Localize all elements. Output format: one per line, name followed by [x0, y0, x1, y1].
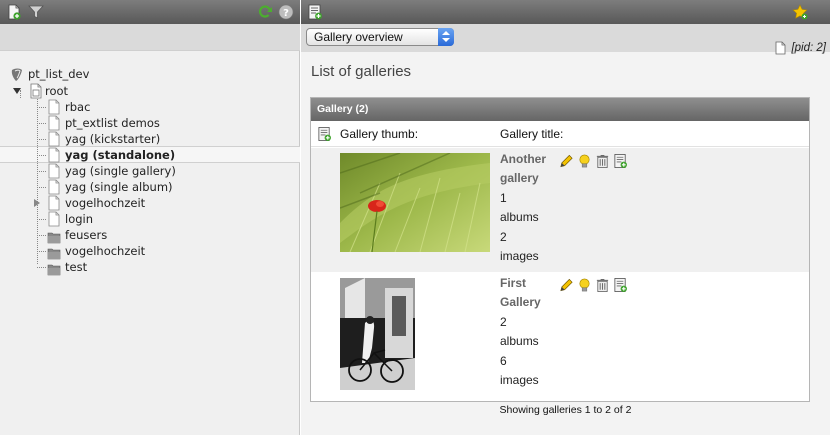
trash-icon[interactable]: [595, 153, 610, 169]
tree-item-test[interactable]: test: [47, 259, 297, 276]
pid-label: [pid: 2]: [791, 42, 826, 54]
page-id-indicator: [pid: 2]: [776, 40, 826, 56]
tree-item-label: yag (single gallery): [65, 164, 176, 178]
tree-item-label: yag (single album): [65, 180, 173, 194]
collapse-arrow-icon[interactable]: [33, 199, 40, 207]
tree-item-label: vogelhochzeit: [65, 196, 146, 210]
tree-item-vogelhochzeit-page[interactable]: vogelhochzeit: [33, 195, 293, 211]
page-icon: [48, 163, 60, 179]
add-gallery-icon[interactable]: [317, 126, 332, 142]
gallery-info: First Gallery 2 albums 6 images: [500, 274, 541, 390]
albums-label: albums: [500, 334, 539, 349]
svg-text:?: ?: [283, 8, 289, 19]
view-select-value: Gallery overview: [314, 30, 403, 44]
content-pane: Gallery overview [pid: 2] List of galler…: [301, 0, 830, 435]
tree-item-label: yag (kickstarter): [65, 132, 161, 146]
albums-count: 1: [500, 190, 507, 205]
gallery-column-headers: Gallery thumb: Gallery title:: [311, 121, 809, 147]
gallery-thumbnail-image[interactable]: [340, 153, 490, 252]
typo3-logo-icon: [11, 68, 22, 81]
lightbulb-icon[interactable]: [577, 277, 592, 293]
gallery-name[interactable]: gallery: [500, 169, 546, 188]
gallery-thumbnail-image[interactable]: [340, 278, 415, 390]
tree-filter-strip: [0, 24, 300, 51]
images-label: images: [500, 249, 539, 264]
gallery-name[interactable]: Another: [500, 150, 546, 169]
tree-item-label: rbac: [65, 100, 91, 114]
tree-item-root-label: root: [45, 84, 69, 98]
tree-item-label: test: [65, 260, 88, 274]
trash-icon[interactable]: [595, 277, 610, 293]
gallery-table-header: Gallery (2): [311, 98, 809, 121]
page-icon: [48, 211, 60, 227]
select-arrows-icon[interactable]: [438, 28, 454, 46]
gallery-name[interactable]: First: [500, 274, 541, 293]
images-label: images: [500, 373, 539, 388]
page-icon: [48, 179, 60, 195]
gallery-info: Another gallery 1 albums 2 images: [500, 150, 546, 266]
edit-pencil-icon[interactable]: [559, 277, 574, 293]
tree-item-feusers[interactable]: feusers: [47, 227, 297, 244]
gallery-row: Another gallery 1 albums 2 images: [311, 148, 809, 272]
edit-pencil-icon[interactable]: [559, 153, 574, 169]
tree-item-yag-kickstarter[interactable]: yag (kickstarter): [47, 131, 297, 147]
filter-icon[interactable]: [28, 4, 44, 20]
col-gallery-thumb: Gallery thumb:: [340, 127, 419, 141]
pagination-summary: Showing galleries 1 to 2 of 2: [499, 404, 632, 416]
page-icon: [48, 147, 60, 163]
add-album-icon[interactable]: [613, 153, 628, 169]
view-select[interactable]: Gallery overview: [306, 28, 454, 46]
tree-site-root[interactable]: pt_list_dev: [10, 66, 210, 82]
new-page-icon[interactable]: [6, 4, 22, 20]
expand-arrow-icon[interactable]: [13, 87, 21, 95]
gallery-row: First Gallery 2 albums 6 images: [311, 272, 809, 396]
page-icon: [776, 41, 786, 55]
tree-item-label: yag (standalone): [65, 148, 176, 162]
albums-label: albums: [500, 210, 539, 225]
page-tree-pane: ? pt_list_dev root rbac pt_extlist demos…: [0, 0, 300, 435]
tree-item-label: feusers: [65, 228, 108, 242]
tree-site-root-label: pt_list_dev: [28, 67, 90, 81]
page-icon: [48, 195, 60, 211]
tree-item-pt-extlist-demos[interactable]: pt_extlist demos: [47, 115, 297, 131]
refresh-icon[interactable]: [257, 4, 273, 20]
tree-item-root[interactable]: root: [13, 83, 213, 99]
tree-item-label: login: [65, 212, 94, 226]
tree-item-yag-single-album[interactable]: yag (single album): [47, 179, 297, 195]
tree-item-yag-standalone[interactable]: yag (standalone): [47, 147, 297, 163]
bookmark-star-icon[interactable]: [792, 4, 808, 20]
tree-item-login[interactable]: login: [47, 211, 297, 227]
gallery-table: Gallery (2) Gallery thumb: Gallery title…: [310, 97, 810, 402]
tree-item-yag-single-gallery[interactable]: yag (single gallery): [47, 163, 297, 179]
page-icon: [48, 131, 60, 147]
images-count: 2: [500, 229, 507, 244]
tree-item-vogelhochzeit-folder[interactable]: vogelhochzeit: [47, 243, 297, 260]
col-gallery-title: Gallery title:: [500, 127, 564, 141]
page-icon: [48, 99, 60, 115]
root-page-icon: [30, 83, 42, 99]
tree-item-label: pt_extlist demos: [65, 116, 160, 130]
folder-icon: [47, 264, 61, 276]
tree-toolbar: ?: [0, 0, 300, 24]
add-album-icon[interactable]: [613, 277, 628, 293]
help-icon[interactable]: ?: [278, 4, 294, 20]
tree-item-rbac[interactable]: rbac: [47, 99, 297, 115]
page-icon: [48, 115, 60, 131]
page-title: List of galleries: [311, 63, 412, 80]
albums-count: 2: [500, 314, 507, 329]
content-toolbar: [301, 0, 830, 24]
edit-list-icon[interactable]: [307, 4, 323, 20]
lightbulb-icon[interactable]: [577, 153, 592, 169]
gallery-name[interactable]: Gallery: [500, 293, 541, 312]
tree-item-label: vogelhochzeit: [65, 244, 146, 258]
images-count: 6: [500, 353, 507, 368]
